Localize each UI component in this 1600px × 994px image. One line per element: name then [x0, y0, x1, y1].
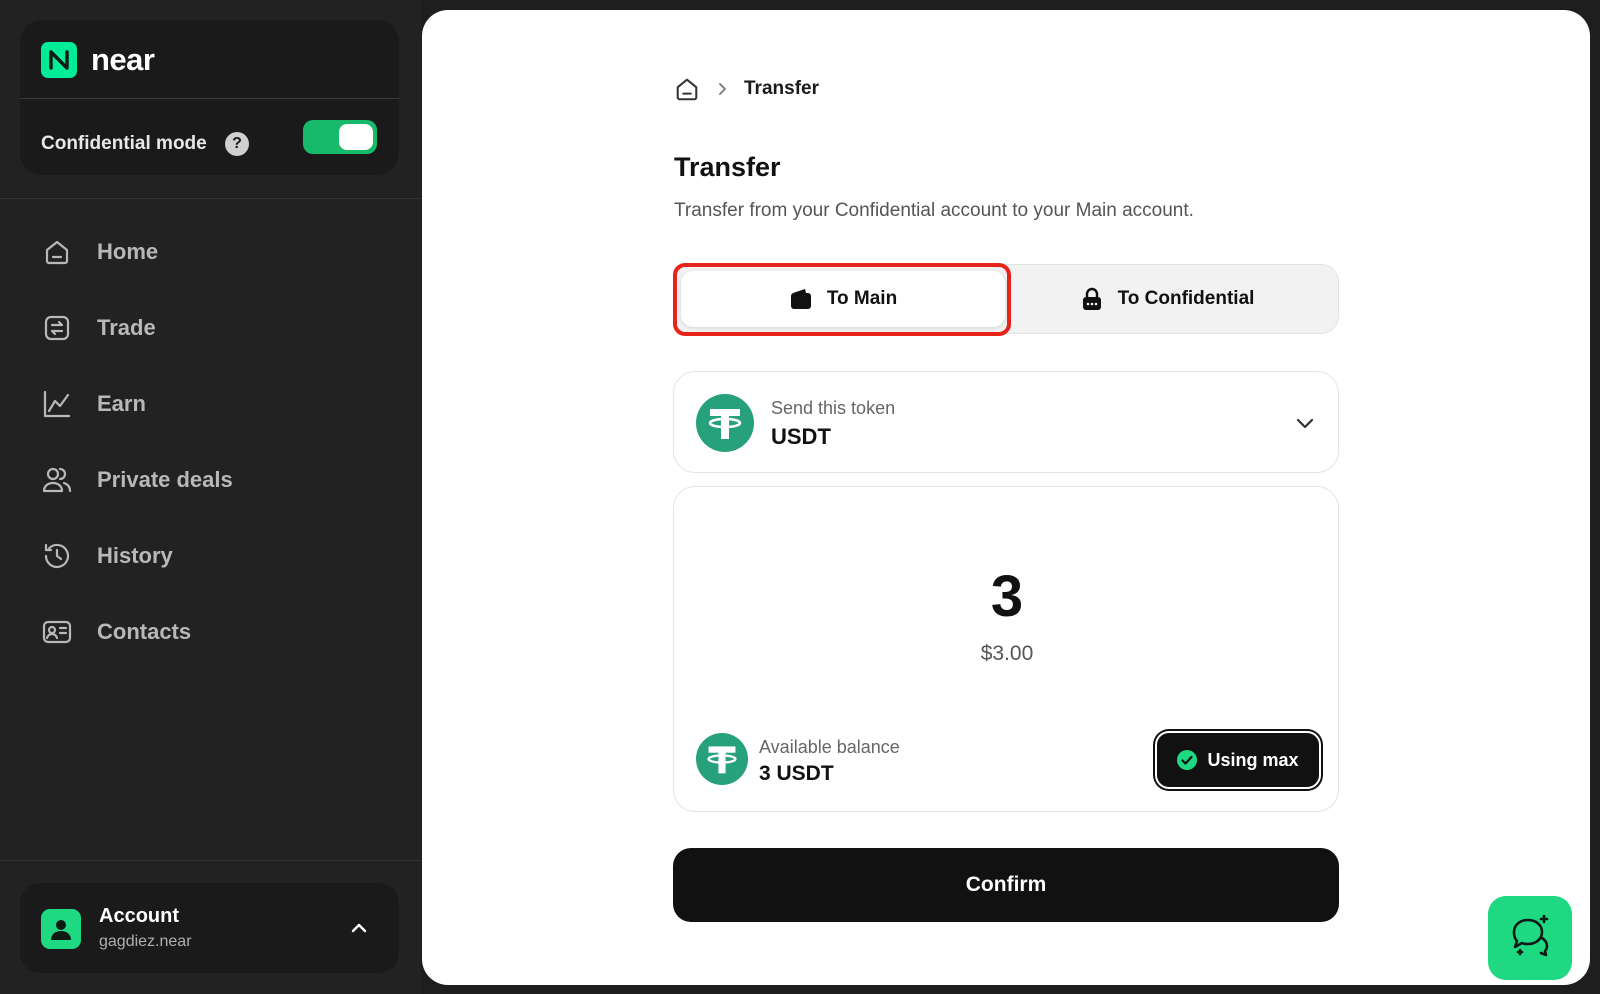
sidebar-item-label: Private deals — [97, 467, 233, 492]
to-confidential-button[interactable]: To Confidential — [1005, 271, 1329, 327]
main-panel: Transfer Transfer Transfer from your Con… — [422, 10, 1590, 985]
usdt-token-icon — [696, 733, 748, 785]
breadcrumb: Transfer — [674, 74, 819, 104]
toggle-knob — [339, 124, 373, 150]
sidebar-item-label: Trade — [97, 315, 156, 340]
amount-input[interactable]: 3 — [674, 563, 1340, 630]
app-root: near Confidential mode ? Home Trade Earn… — [0, 0, 1600, 994]
to-main-label: To Main — [826, 288, 898, 309]
sidebar-item-private-deals[interactable]: Private deals — [20, 452, 400, 508]
chevron-right-icon — [714, 81, 730, 97]
to-main-button[interactable]: To Main — [681, 271, 1005, 327]
wallet-icon — [789, 287, 813, 311]
using-max-button[interactable]: Using max — [1155, 731, 1321, 789]
sidebar-item-label: History — [97, 543, 173, 568]
chevron-down-icon — [1294, 412, 1316, 434]
home-icon[interactable] — [674, 76, 700, 102]
sidebar-item-label: Earn — [97, 391, 146, 416]
confirm-button[interactable]: Confirm — [673, 848, 1339, 922]
logo[interactable]: near — [41, 42, 155, 78]
account-id: gagdiez.near — [99, 933, 192, 950]
amount-card: 3 $3.00 Available balance 3 USDT Using m… — [673, 486, 1339, 812]
account-title: Account — [99, 905, 179, 927]
divider — [0, 198, 421, 199]
contact-card-icon — [42, 617, 72, 647]
token-symbol: USDT — [771, 424, 831, 449]
confidential-mode-label: Confidential mode — [41, 133, 207, 154]
transfer-direction-selector: To Main To Confidential — [673, 264, 1339, 334]
sidebar-item-label: Home — [97, 239, 159, 264]
page-subtitle: Transfer from your Confidential account … — [674, 200, 1194, 221]
help-icon[interactable]: ? — [225, 132, 249, 156]
history-icon — [42, 541, 72, 571]
check-circle-icon — [1177, 750, 1198, 770]
to-confidential-label: To Confidential — [1117, 288, 1255, 309]
lock-icon — [1080, 287, 1104, 311]
chart-line-icon — [42, 389, 72, 419]
brand-card: near Confidential mode ? — [20, 20, 399, 175]
balance-caption: Available balance — [759, 737, 900, 757]
confirm-label: Confirm — [965, 873, 1047, 896]
sidebar: near Confidential mode ? Home Trade Earn… — [0, 0, 421, 994]
sidebar-item-earn[interactable]: Earn — [20, 376, 400, 432]
breadcrumb-current: Transfer — [744, 78, 819, 99]
brand-name: near — [91, 42, 155, 77]
sidebar-item-trade[interactable]: Trade — [20, 300, 400, 356]
page-title: Transfer — [674, 152, 781, 182]
sidebar-item-contacts[interactable]: Contacts — [20, 604, 400, 660]
token-caption: Send this token — [771, 398, 896, 418]
token-selector[interactable]: Send this token USDT — [673, 371, 1339, 473]
usdt-token-icon — [696, 394, 754, 452]
near-logo-icon — [41, 42, 77, 78]
avatar — [41, 909, 81, 949]
users-icon — [42, 465, 72, 495]
using-max-label: Using max — [1207, 749, 1299, 770]
divider — [20, 98, 399, 99]
chat-support-button[interactable] — [1488, 896, 1572, 980]
amount-usd-value: $3.00 — [980, 642, 1034, 665]
trade-icon — [42, 313, 72, 343]
sidebar-item-label: Contacts — [97, 619, 192, 644]
chevron-up-icon[interactable] — [348, 917, 370, 939]
account-menu[interactable]: Account gagdiez.near — [20, 883, 399, 973]
chat-sparkle-icon — [1506, 912, 1554, 965]
confidential-mode-toggle[interactable] — [303, 120, 377, 154]
home-icon — [42, 237, 72, 267]
sidebar-item-home[interactable]: Home — [20, 224, 400, 280]
divider — [0, 860, 421, 861]
sidebar-item-history[interactable]: History — [20, 528, 400, 584]
balance-value: 3 USDT — [759, 762, 834, 785]
